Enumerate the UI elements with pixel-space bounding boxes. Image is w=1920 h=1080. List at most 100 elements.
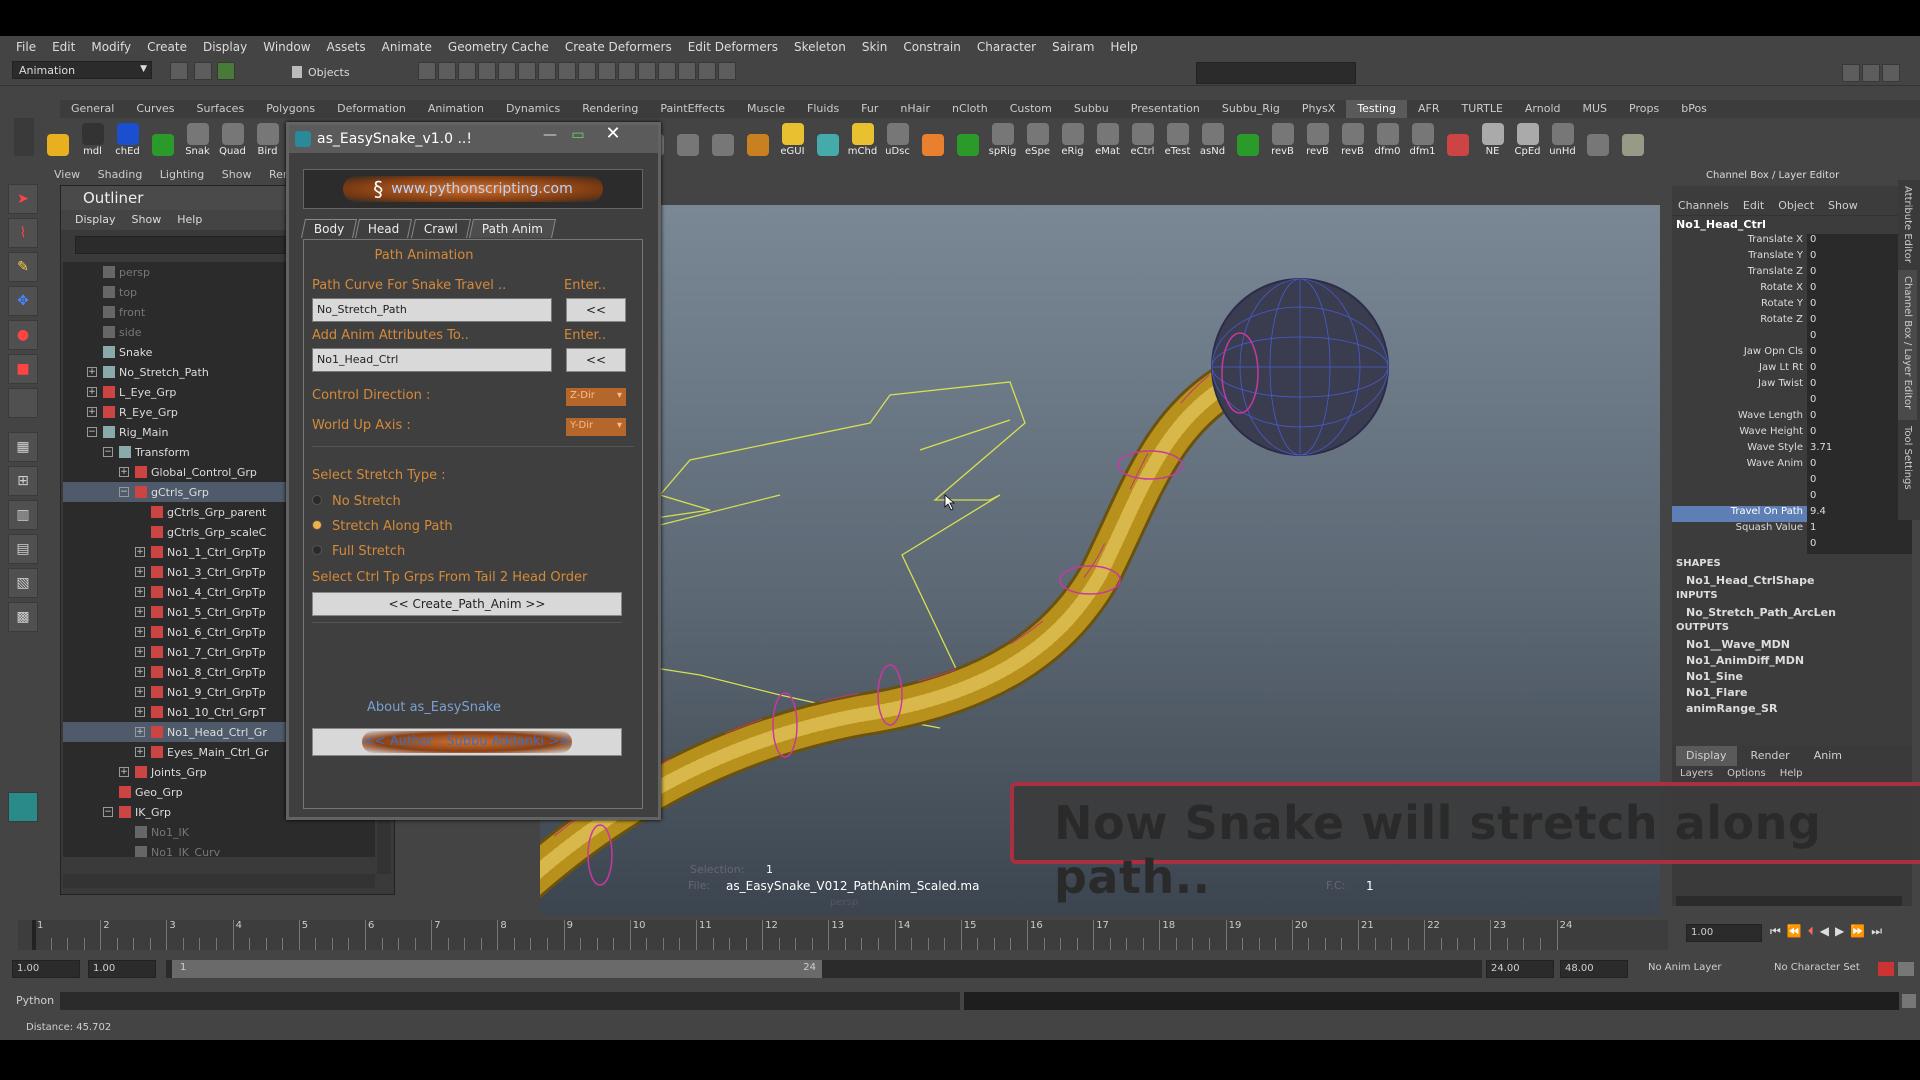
expand-icon[interactable]: + [135,667,145,677]
channel-box-toggle-icon[interactable] [1882,64,1900,82]
select-tool-icon[interactable]: ➤ [8,184,38,214]
channel-row[interactable]: Translate Z0 [1672,266,1912,282]
layer-tab-anim[interactable]: Anim [1804,746,1852,766]
collapse-icon[interactable]: − [87,427,97,437]
menu-file[interactable]: File [8,40,44,54]
about-link[interactable]: About as_EasySnake [304,700,564,715]
channel-label[interactable]: Jaw Lt Rt [1672,362,1807,378]
sel-object-icon[interactable] [698,62,716,80]
channel-row[interactable]: 0 [1672,490,1912,506]
outliner-item[interactable]: No1_IK_Curv [63,842,375,857]
shelf-button-tool-20[interactable] [740,119,775,157]
channel-row[interactable]: Wave Anim 0 [1672,458,1912,474]
channel-row[interactable]: 0 [1672,394,1912,410]
save-scene-icon[interactable] [217,62,235,80]
shelf-tab-curves[interactable]: Curves [125,100,185,118]
quick-select-field[interactable] [1196,62,1356,84]
channel-row[interactable]: Translate Y0 [1672,250,1912,266]
menu-animate[interactable]: Animate [374,40,440,54]
channel-value[interactable]: 0 [1807,250,1912,266]
channel-value[interactable]: 3.71 [1807,442,1912,458]
author-button[interactable]: << Author : Subbu Addanki >> [312,728,622,756]
shelf-button-sprig[interactable]: spRig [985,119,1020,157]
minimize-icon[interactable]: — [537,127,563,147]
shelf-button-tool-22[interactable] [810,119,845,157]
outliner-menu-help[interactable]: Help [177,213,202,227]
channel-label[interactable]: Rotate X [1672,282,1807,298]
menu-character[interactable]: Character [969,40,1044,54]
menu-skeleton[interactable]: Skeleton [786,40,854,54]
channel-value[interactable]: 0 [1807,458,1912,474]
step-back-key-icon[interactable]: ⏪ [1787,924,1802,939]
shelf-button-snak[interactable]: Snak [180,119,215,157]
easysnake-titlebar[interactable]: as_EasySnake_v1.0 ..! — ▭ ✕ [289,123,658,153]
channel-label[interactable]: Translate X [1672,234,1807,250]
ipr-render-icon[interactable] [538,62,556,80]
collapse-icon[interactable]: − [103,447,113,457]
radio-no-stretch[interactable]: No Stretch [312,494,401,509]
shelf-button-tool-19[interactable] [705,119,740,157]
channel-row[interactable]: Wave Height 0 [1672,426,1912,442]
shelf-tab-bpos[interactable]: bPos [1670,100,1718,118]
tab-body[interactable]: Body [300,219,358,238]
step-forward-key-icon[interactable]: ⏩ [1850,924,1865,939]
range-handle[interactable]: 1 24 [172,960,822,978]
channel-value[interactable]: 0 [1807,538,1912,554]
channel-menu-channels[interactable]: Channels [1678,199,1729,212]
shelf-tab-afr[interactable]: AFR [1407,100,1451,118]
tool-settings-toggle-icon[interactable] [1862,64,1880,82]
lasso-tool-icon[interactable]: ⌇ [8,218,38,248]
expand-icon[interactable]: + [135,647,145,657]
history-icon[interactable] [498,62,516,80]
expand-icon[interactable]: + [87,387,97,397]
shelf-button-ne[interactable]: NE [1475,119,1510,157]
channel-label[interactable] [1672,330,1807,346]
channel-row[interactable]: 0 [1672,474,1912,490]
shapes-node[interactable]: No1_Head_CtrlShape [1672,574,1912,590]
channel-label[interactable]: Rotate Z [1672,314,1807,330]
side-tab-attribute-editor[interactable]: Attribute Editor [1898,180,1917,270]
channel-row[interactable]: Rotate Y0 [1672,298,1912,314]
expand-icon[interactable]: + [135,587,145,597]
channel-value[interactable]: 0 [1807,298,1912,314]
channel-label[interactable] [1672,474,1807,490]
shelf-tab-subbu-rig[interactable]: Subbu_Rig [1211,100,1291,118]
layer-menu-help[interactable]: Help [1780,768,1803,779]
collapse-icon[interactable]: − [119,487,129,497]
shelf-tab-presentation[interactable]: Presentation [1120,100,1211,118]
channel-row[interactable]: Rotate Z0 [1672,314,1912,330]
channel-value[interactable]: 0 [1807,330,1912,346]
channel-menu-object[interactable]: Object [1778,199,1814,212]
layer-menu-options[interactable]: Options [1727,768,1766,779]
outputs-node[interactable]: No1_Sine [1672,670,1912,686]
load-ctrl-button[interactable]: << [566,348,626,372]
step-back-frame-icon[interactable]: ⏴ [1808,924,1814,939]
shelf-tab-testing[interactable]: Testing [1346,100,1407,118]
shelf-button-tool-26[interactable] [950,119,985,157]
menu-create[interactable]: Create [139,40,195,54]
channel-value[interactable]: 0 [1807,266,1912,282]
outputs-node[interactable]: No1_AnimDiff_MDN [1672,654,1912,670]
tab-crawl[interactable]: Crawl [410,219,471,238]
time-slider[interactable]: 1 2 3 4 5 6 7 8 9 10 11 12 13 14 15 16 17 18 19 20 21 22 23 24 [18,920,1668,950]
tab-head[interactable]: Head [355,219,413,238]
snap-plane-icon[interactable] [478,62,496,80]
shelf-button-tool-34[interactable] [1230,119,1265,157]
shelf-button-dfm1[interactable]: dfm1 [1405,119,1440,157]
camera-icon[interactable] [638,62,656,80]
outputs-node[interactable]: animRange_SR [1672,702,1912,718]
layout-graph-icon[interactable]: ▧ [8,568,38,598]
shelf-button-tool-40[interactable] [1440,119,1475,157]
make-live-icon[interactable] [618,62,636,80]
menu-window[interactable]: Window [255,40,318,54]
layout-four-icon[interactable]: ⊞ [8,466,38,496]
expand-icon[interactable]: + [135,547,145,557]
panel-menu-shading[interactable]: Shading [98,168,143,181]
shelf-tab-polygons[interactable]: Polygons [255,100,326,118]
shelf-tab-surfaces[interactable]: Surfaces [186,100,256,118]
playback-start-field[interactable]: 1.00 [88,960,156,978]
auto-key-icon[interactable] [1878,962,1894,976]
shelf-tab-fur[interactable]: Fur [850,100,889,118]
shelf-tab-fluids[interactable]: Fluids [796,100,850,118]
shelf-tab-nhair[interactable]: nHair [889,100,941,118]
